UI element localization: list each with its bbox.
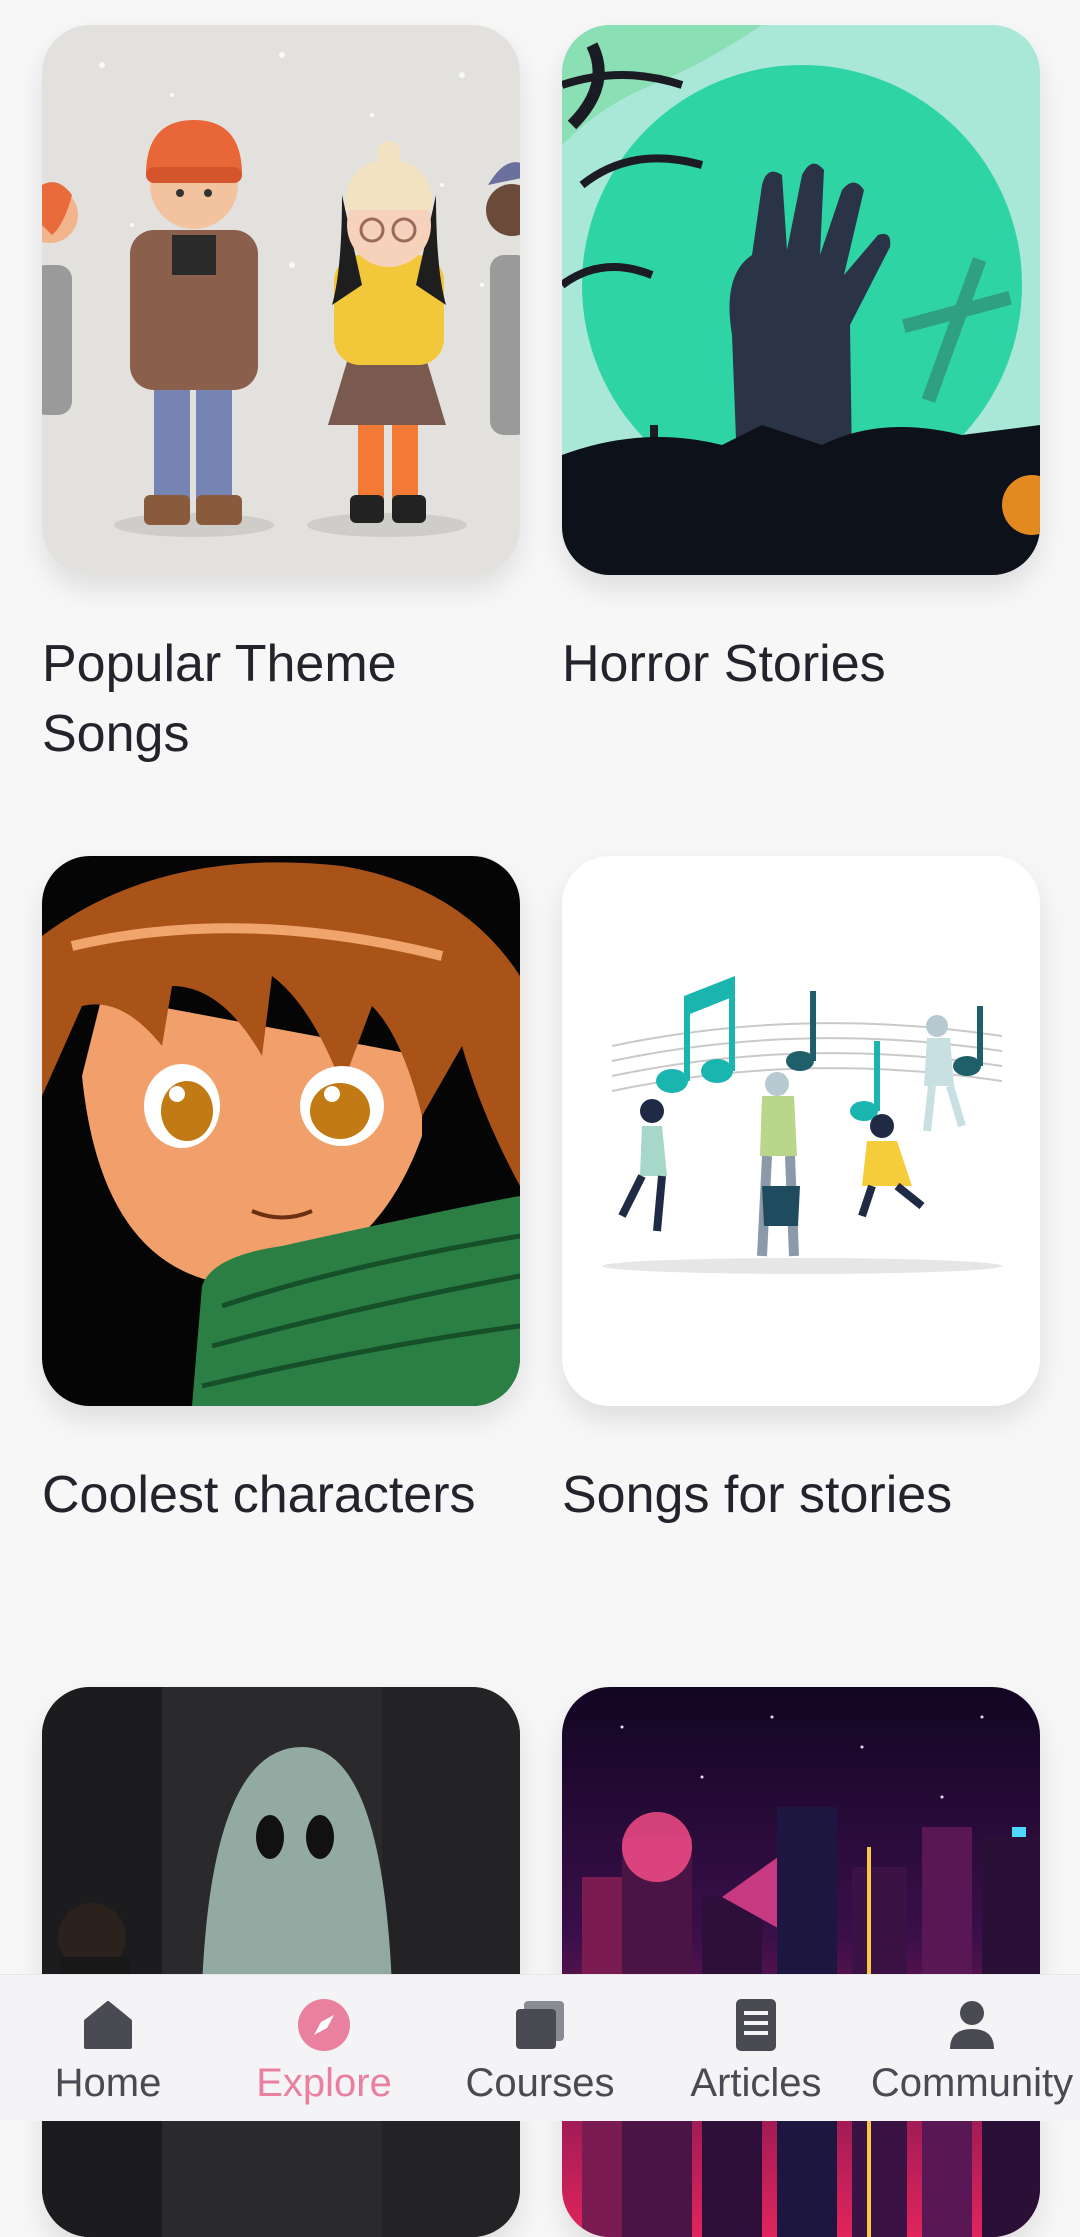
card-title[interactable]: Popular Theme Songs: [42, 629, 520, 769]
card-title[interactable]: Coolest characters: [42, 1460, 520, 1530]
document-icon: [736, 1999, 776, 2051]
card-title[interactable]: Horror Stories: [562, 629, 1040, 699]
nav-courses[interactable]: Courses: [432, 1975, 648, 2121]
home-icon: [84, 2001, 132, 2049]
bottom-navigation: Home Explore Courses Articles Community: [0, 1974, 1080, 2121]
nav-home-label: Home: [54, 2061, 162, 2105]
nav-explore[interactable]: Explore: [216, 1975, 432, 2121]
nav-courses-label: Courses: [465, 2061, 615, 2105]
stack-icon: [516, 2001, 564, 2049]
nav-articles-label: Articles: [690, 2061, 822, 2105]
zombie-hand-image[interactable]: [562, 25, 1040, 575]
nav-explore-label: Explore: [256, 2061, 392, 2105]
anime-character-image[interactable]: [42, 856, 520, 1406]
person-icon: [950, 2001, 994, 2049]
card-title[interactable]: Songs for stories: [562, 1460, 1040, 1530]
nav-community[interactable]: Community: [864, 1975, 1080, 2121]
nav-community-label: Community: [870, 2061, 1074, 2105]
winter-friends-image[interactable]: [42, 25, 520, 575]
nav-home[interactable]: Home: [0, 1975, 216, 2121]
nav-articles[interactable]: Articles: [648, 1975, 864, 2121]
music-dance-image[interactable]: [562, 856, 1040, 1406]
ghost-image[interactable]: [42, 1687, 520, 2237]
compass-icon: [298, 1999, 350, 2051]
neon-city-image[interactable]: [562, 1687, 1040, 2237]
